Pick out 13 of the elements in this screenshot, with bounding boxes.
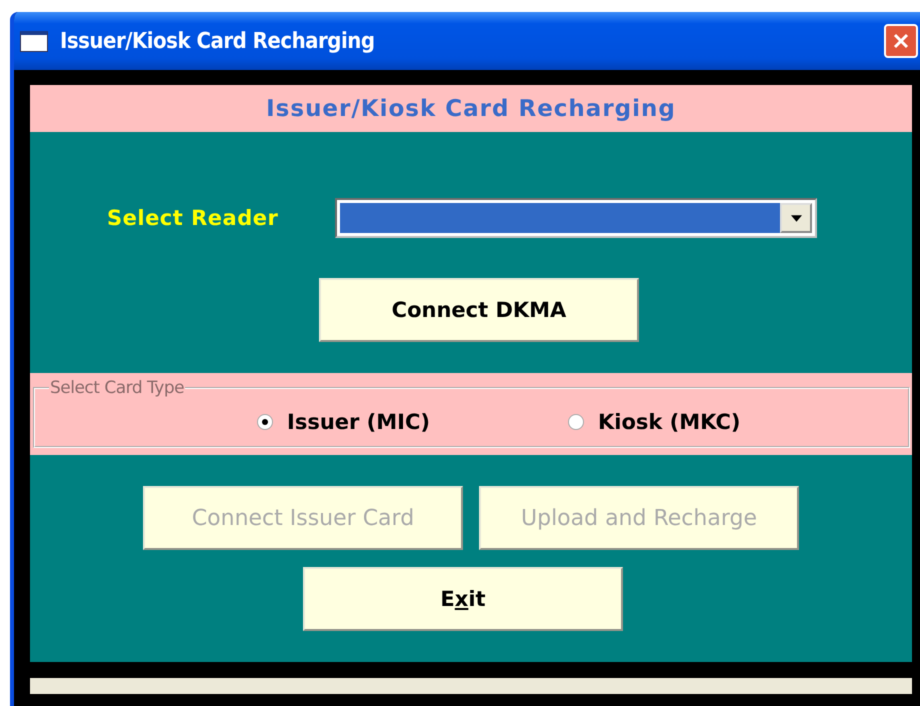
radio-option[interactable]: Issuer (MIC) [257, 410, 430, 434]
reader-label: Select Reader [107, 206, 280, 230]
radio-option[interactable]: Kiosk (MKC) [568, 410, 741, 434]
connect-dkma-button[interactable]: Connect DKMA [319, 278, 639, 342]
close-button[interactable] [884, 24, 918, 58]
window-icon [20, 30, 48, 52]
exit-button[interactable]: Exit [303, 567, 623, 631]
dropdown-arrow-icon [790, 214, 802, 222]
window-title: Issuer/Kiosk Card Recharging [60, 28, 376, 54]
reader-dropdown[interactable] [335, 198, 817, 238]
close-icon [891, 31, 911, 51]
group-label: Select Card Type [49, 378, 186, 398]
form-heading: Issuer/Kiosk Card Recharging [30, 85, 912, 132]
